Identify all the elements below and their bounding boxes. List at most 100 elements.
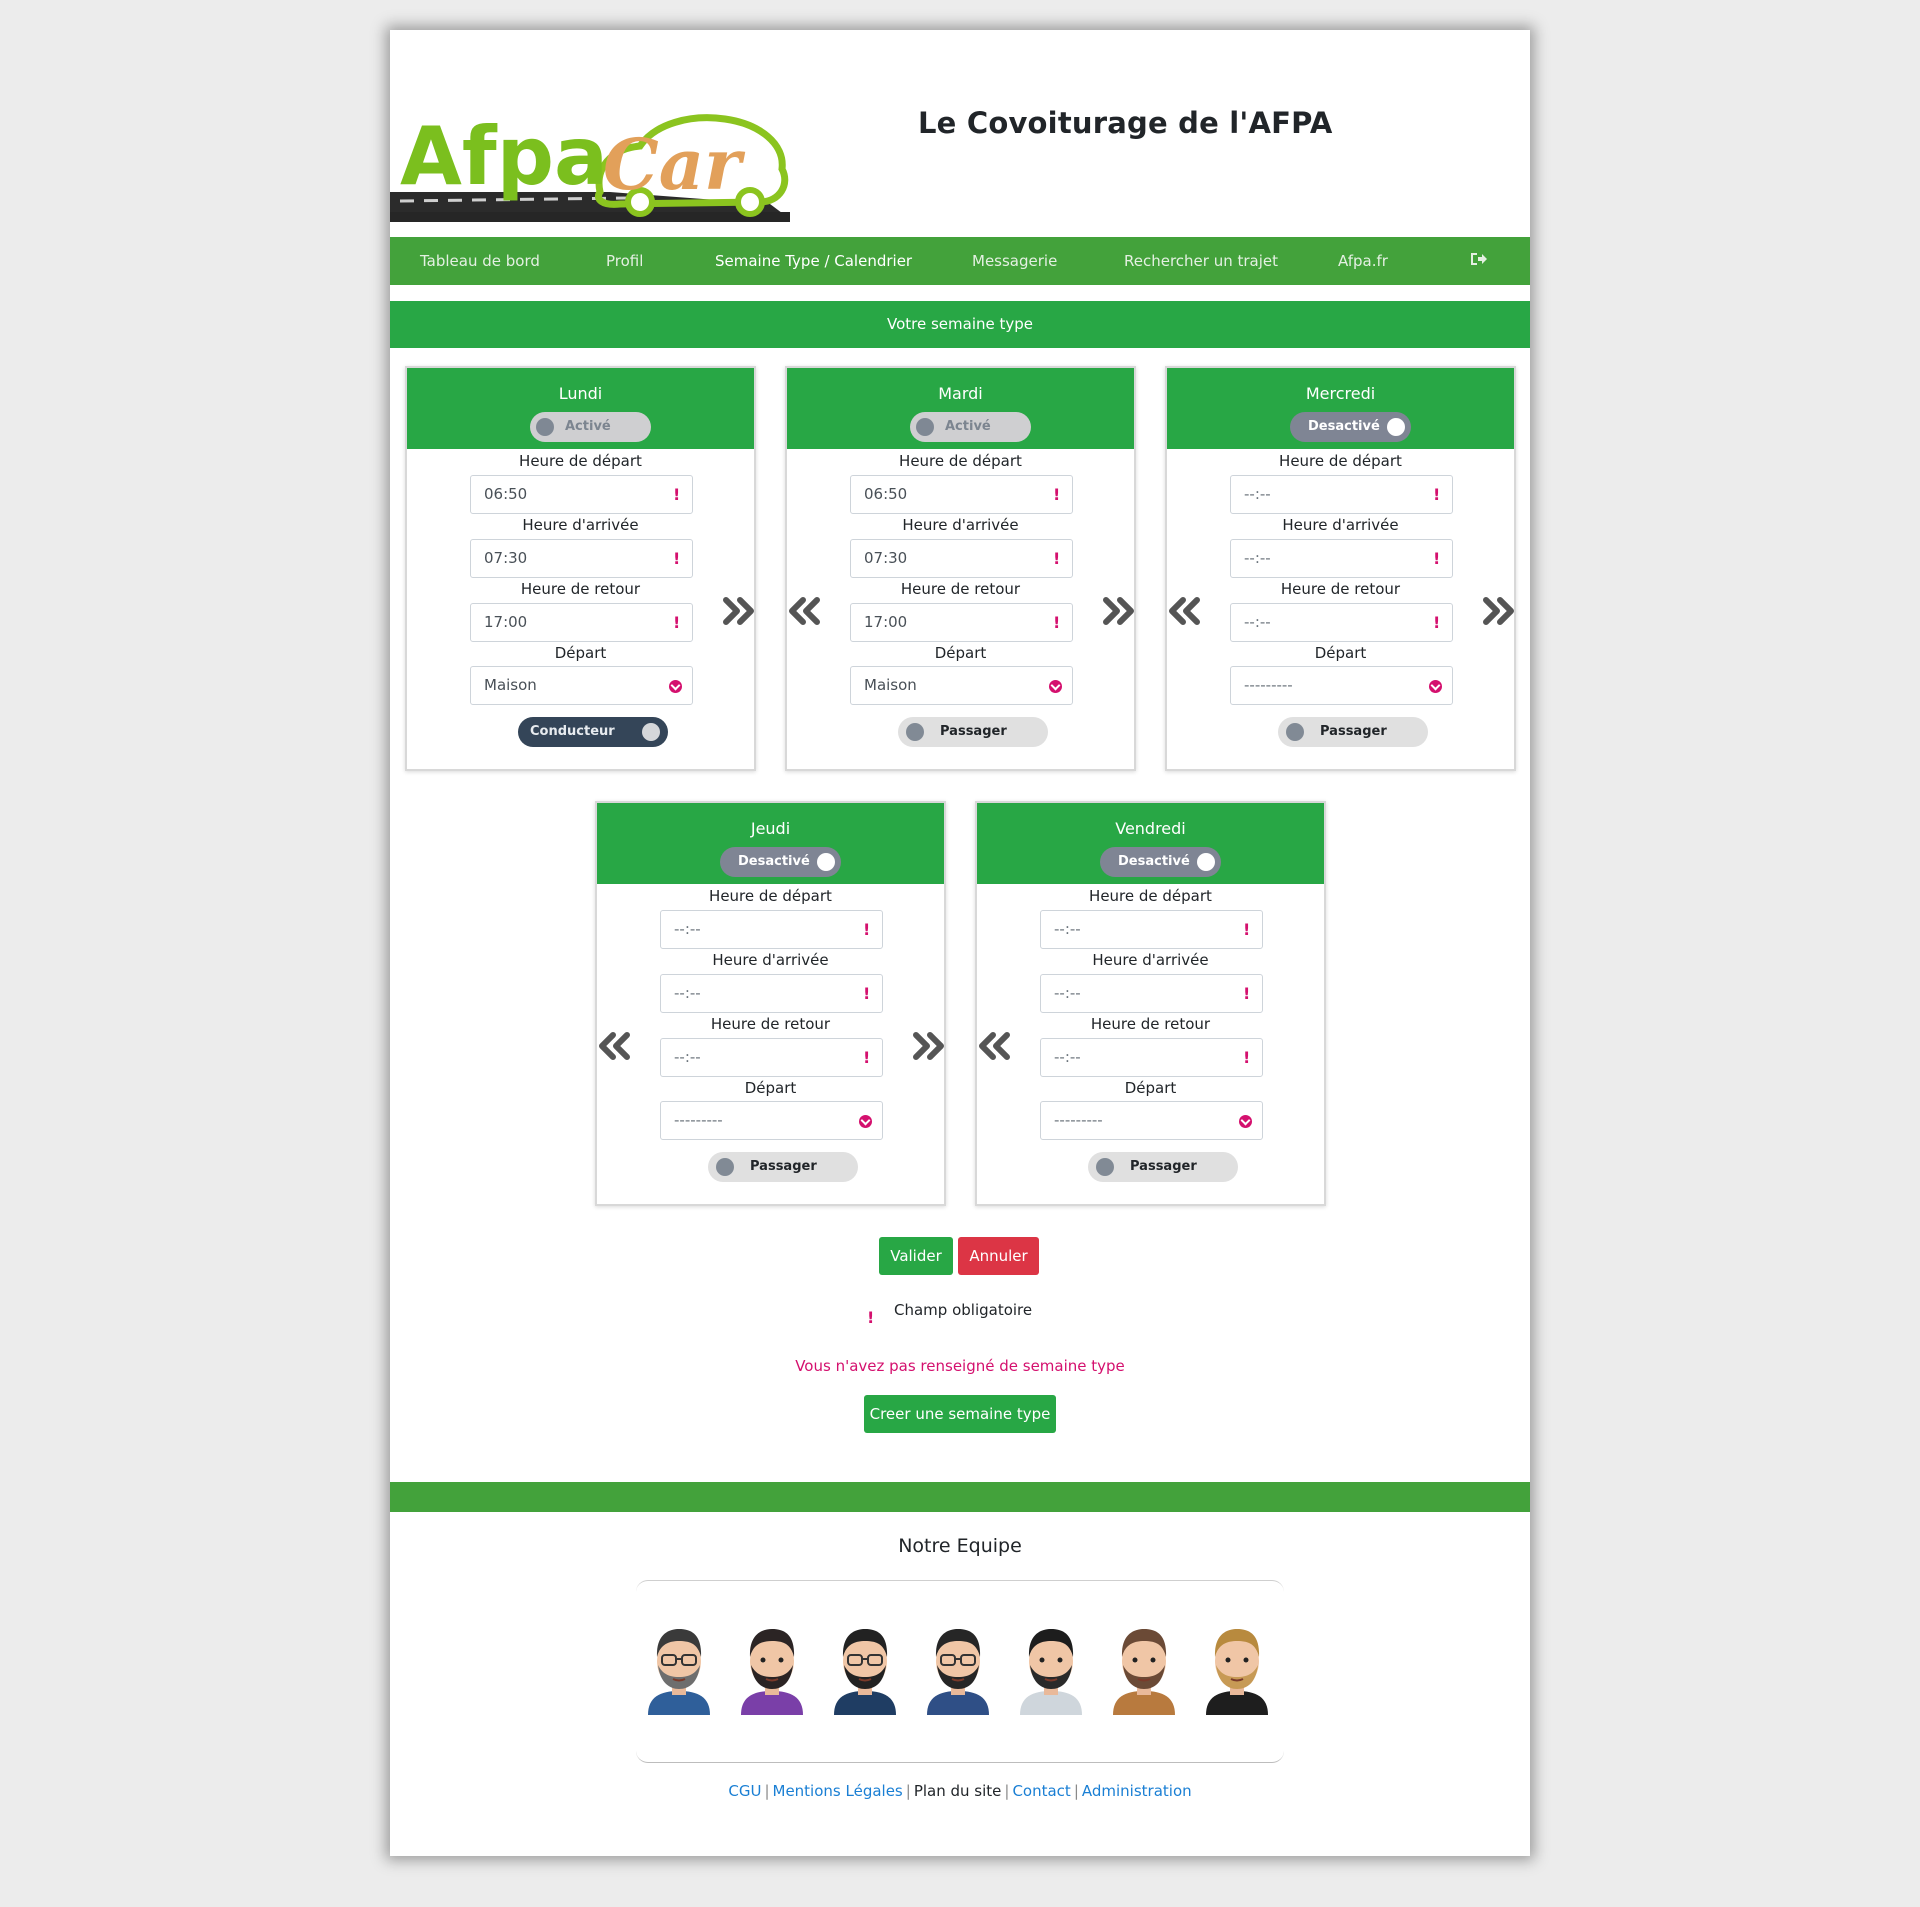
- toggle-knob: [906, 723, 924, 741]
- section-banner: Votre semaine type: [390, 301, 1530, 348]
- depart-place-select[interactable]: ---------: [1040, 1101, 1263, 1140]
- nav-item-profil[interactable]: Profil: [606, 237, 643, 285]
- arrival-time-input[interactable]: --:-- !: [1230, 539, 1453, 578]
- chevron-down-icon: [1239, 1115, 1252, 1128]
- return-time-value: 17:00: [484, 613, 528, 631]
- arrival-time-value: --:--: [674, 984, 701, 1002]
- validate-button[interactable]: Valider: [879, 1237, 953, 1275]
- chevron-down-icon: [669, 680, 682, 693]
- role-toggle[interactable]: Passager: [708, 1152, 858, 1182]
- day-name: Mercredi: [1305, 384, 1376, 403]
- previous-day-icon[interactable]: [1166, 597, 1200, 625]
- next-day-icon[interactable]: [913, 1032, 947, 1060]
- toggle-knob: [536, 418, 554, 436]
- role-label: Passager: [750, 1159, 817, 1174]
- return-time-input[interactable]: 17:00 !: [850, 603, 1073, 642]
- toggle-label: Desactivé: [738, 854, 810, 869]
- arrival-time-label: Heure d'arrivée: [1282, 516, 1399, 534]
- role-toggle[interactable]: Conducteur: [518, 717, 668, 747]
- toggle-label: Activé: [565, 419, 611, 434]
- nav-item-semaine-type[interactable]: Semaine Type / Calendrier: [715, 237, 912, 285]
- required-icon: !: [1433, 485, 1441, 504]
- day-active-toggle[interactable]: Desactivé: [1290, 412, 1411, 442]
- next-day-icon[interactable]: [1103, 597, 1137, 625]
- toggle-label: Desactivé: [1118, 854, 1190, 869]
- depart-time-value: --:--: [674, 920, 701, 938]
- chevron-down-icon: [1049, 680, 1062, 693]
- create-week-button[interactable]: Creer une semaine type: [864, 1395, 1056, 1433]
- arrival-time-value: --:--: [1054, 984, 1081, 1002]
- depart-place-select[interactable]: Maison: [470, 666, 693, 705]
- footer-link-administration[interactable]: Administration: [1082, 1782, 1192, 1800]
- required-icon: !: [867, 1308, 875, 1327]
- nav-item-afpa-fr[interactable]: Afpa.fr: [1338, 237, 1388, 285]
- toggle-label: Desactivé: [1308, 419, 1380, 434]
- toggle-knob: [1197, 853, 1215, 871]
- depart-place-select[interactable]: Maison: [850, 666, 1073, 705]
- role-toggle[interactable]: Passager: [898, 717, 1048, 747]
- return-time-label: Heure de retour: [520, 580, 641, 598]
- depart-time-input[interactable]: 06:50 !: [850, 475, 1073, 514]
- depart-time-input[interactable]: --:-- !: [1230, 475, 1453, 514]
- previous-day-icon[interactable]: [976, 1032, 1010, 1060]
- depart-place-label: Départ: [744, 1079, 797, 1097]
- depart-time-input[interactable]: 06:50 !: [470, 475, 693, 514]
- no-week-message: Vous n'avez pas renseigné de semaine typ…: [795, 1357, 1125, 1375]
- arrival-time-input[interactable]: 07:30 !: [470, 539, 693, 578]
- return-time-input[interactable]: 17:00 !: [470, 603, 693, 642]
- afpacar-logo[interactable]: Afpa Car: [390, 74, 790, 224]
- footer-text-plan-du-site: Plan du site: [913, 1782, 1002, 1800]
- previous-day-icon[interactable]: [786, 597, 820, 625]
- next-day-icon[interactable]: [723, 597, 757, 625]
- depart-time-value: 06:50: [864, 485, 908, 503]
- footer-link-mentions-legales[interactable]: Mentions Légales: [773, 1782, 903, 1800]
- team-title: Notre Equipe: [898, 1535, 1022, 1557]
- depart-time-label: Heure de départ: [899, 452, 1022, 470]
- depart-time-label: Heure de départ: [1089, 887, 1212, 905]
- depart-time-input[interactable]: --:-- !: [660, 910, 883, 949]
- required-icon: !: [673, 549, 681, 568]
- footer-link-contact[interactable]: Contact: [1012, 1782, 1070, 1800]
- nav-item-rechercher-trajet[interactable]: Rechercher un trajet: [1124, 237, 1278, 285]
- depart-place-label: Départ: [934, 644, 987, 662]
- depart-time-label: Heure de départ: [519, 452, 642, 470]
- sign-out-icon[interactable]: [1470, 251, 1488, 267]
- cancel-button[interactable]: Annuler: [958, 1237, 1039, 1275]
- return-time-input[interactable]: --:-- !: [1230, 603, 1453, 642]
- team-member-avatar: [642, 1621, 716, 1715]
- required-legend: Champ obligatoire: [894, 1301, 1033, 1319]
- day-active-toggle[interactable]: Desactivé: [720, 847, 841, 877]
- footer-link-cgu[interactable]: CGU: [728, 1782, 761, 1800]
- depart-place-select[interactable]: ---------: [1230, 666, 1453, 705]
- team-member-avatar: [828, 1621, 902, 1715]
- day-active-toggle[interactable]: Desactivé: [1100, 847, 1221, 877]
- next-day-icon[interactable]: [1483, 597, 1517, 625]
- role-toggle[interactable]: Passager: [1088, 1152, 1238, 1182]
- day-active-toggle[interactable]: Activé: [910, 412, 1031, 442]
- footer-links: CGU | Mentions Légales | Plan du site | Contac…: [728, 1782, 1192, 1800]
- svg-text:Car: Car: [603, 123, 746, 206]
- nav-item-tableau-de-bord[interactable]: Tableau de bord: [420, 237, 540, 285]
- arrival-time-input[interactable]: --:-- !: [1040, 974, 1263, 1013]
- return-time-input[interactable]: --:-- !: [660, 1038, 883, 1077]
- return-time-input[interactable]: --:-- !: [1040, 1038, 1263, 1077]
- depart-place-select[interactable]: ---------: [660, 1101, 883, 1140]
- return-time-label: Heure de retour: [710, 1015, 831, 1033]
- required-icon: !: [863, 1048, 871, 1067]
- arrival-time-input[interactable]: 07:30 !: [850, 539, 1073, 578]
- role-toggle[interactable]: Passager: [1278, 717, 1428, 747]
- depart-time-input[interactable]: --:-- !: [1040, 910, 1263, 949]
- required-icon: !: [673, 485, 681, 504]
- toggle-knob: [1096, 1158, 1114, 1176]
- nav-item-messagerie[interactable]: Messagerie: [972, 237, 1057, 285]
- return-time-label: Heure de retour: [1280, 580, 1401, 598]
- day-active-toggle[interactable]: Activé: [530, 412, 651, 442]
- toggle-knob: [1286, 723, 1304, 741]
- arrival-time-input[interactable]: --:-- !: [660, 974, 883, 1013]
- depart-place-value: Maison: [864, 676, 917, 694]
- required-icon: !: [1243, 1048, 1251, 1067]
- chevron-down-icon: [1429, 680, 1442, 693]
- previous-day-icon[interactable]: [596, 1032, 630, 1060]
- return-time-value: 17:00: [864, 613, 908, 631]
- role-label: Conducteur: [530, 724, 615, 739]
